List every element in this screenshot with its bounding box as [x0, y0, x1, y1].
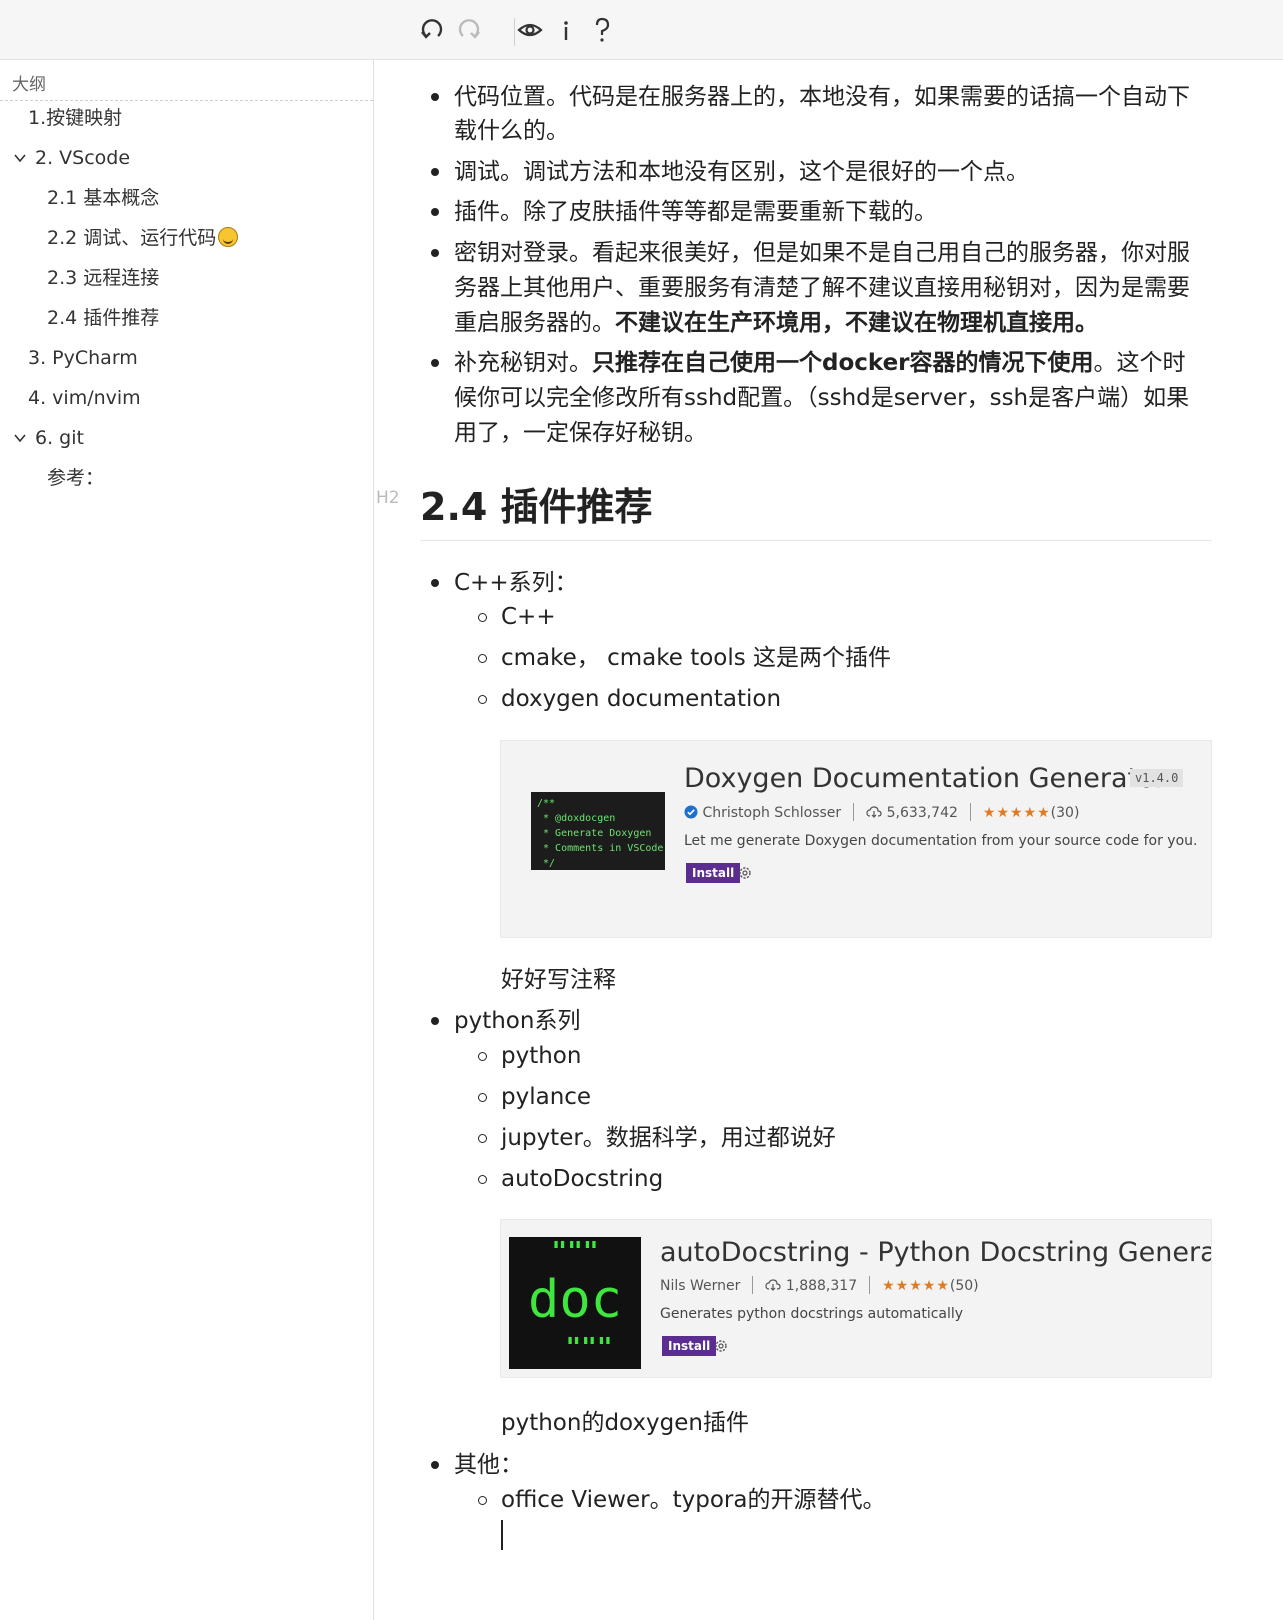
- bold-text: 不建议在生产环境用，不建议在物理机直接用。: [615, 310, 1098, 336]
- outline-item-references[interactable]: 参考：: [47, 466, 104, 490]
- list-item-text: 其他：: [454, 1452, 523, 1478]
- outline-item-label: 2.2 调试、运行代码: [47, 227, 217, 249]
- list-item-text: 调试。调试方法和本地没有区别，这个是很好的一个点。: [454, 159, 1029, 185]
- redo-icon[interactable]: [455, 16, 483, 44]
- rating-stars: ★★★★★: [882, 1278, 950, 1294]
- extension-title: Doxygen Documentation Generator: [684, 763, 1166, 794]
- paragraph-note: python的doxygen插件: [501, 1410, 749, 1436]
- gear-icon: [715, 1340, 727, 1352]
- list-item-text: 载什么的。: [454, 118, 569, 144]
- outline-item-pycharm[interactable]: 3. PyCharm: [28, 346, 138, 370]
- eye-icon[interactable]: [516, 16, 544, 44]
- chevron-down-icon[interactable]: [13, 151, 27, 165]
- outline-title: 大纲: [12, 75, 46, 95]
- doxygen-extension-image: /** * @doxdocgen * Generate Doxygen * Co…: [500, 740, 1212, 938]
- sublist-bullet: [478, 1496, 487, 1505]
- list-item-text: 密钥对登录。看起来很美好，但是如果不是自己用自己的服务器，你对服: [454, 240, 1190, 266]
- sublist-item-text: office Viewer。typora的开源替代。: [501, 1487, 886, 1513]
- outline-item-basic-concepts[interactable]: 2.1 基本概念: [47, 186, 159, 210]
- sublist-item-text: pylance: [501, 1084, 592, 1110]
- list-bullet: [431, 359, 439, 367]
- install-button: Install: [686, 863, 741, 883]
- sublist-bullet: [478, 1134, 487, 1143]
- info-icon[interactable]: [552, 16, 580, 44]
- text-cursor: [501, 1520, 503, 1550]
- toolbar-separator: [514, 18, 515, 46]
- extension-description: Generates python docstrings automaticall…: [660, 1306, 964, 1322]
- list-bullet: [431, 1017, 439, 1025]
- list-item-text: 候你可以完全修改所有sshd配置。（sshd是server，ssh是客户端）如果: [454, 385, 1190, 411]
- rating-stars: ★★★★★: [982, 805, 1051, 821]
- autodocstring-logo: """ doc """: [509, 1237, 641, 1369]
- sublist-item-text: autoDocstring: [501, 1166, 664, 1192]
- outline-item-plugins[interactable]: 2.4 插件推荐: [47, 306, 159, 330]
- list-item-text: python系列: [454, 1008, 581, 1034]
- outline-item-debug-run[interactable]: 2.2 调试、运行代码: [47, 226, 239, 250]
- sublist-item-text: python: [501, 1043, 582, 1069]
- extension-title: autoDocstring - Python Docstring Generat: [660, 1237, 1212, 1268]
- chevron-down-icon[interactable]: [13, 431, 27, 445]
- list-item-text: 代码位置。代码是在服务器上的，本地没有，如果需要的话搞一个自动下: [454, 84, 1190, 110]
- download-cloud-icon: [765, 1279, 781, 1291]
- extension-author: Christoph Schlosser: [702, 805, 842, 821]
- sublist-bullet: [478, 613, 487, 622]
- rating-count: (30): [1050, 805, 1080, 821]
- sublist-bullet: [478, 1052, 487, 1061]
- heading-underline: [420, 540, 1212, 541]
- autodocstring-extension-image: """ doc """ autoDocstring - Python Docst…: [500, 1219, 1212, 1378]
- list-bullet: [431, 93, 439, 101]
- help-icon[interactable]: [588, 16, 616, 44]
- download-cloud-icon: [866, 806, 882, 818]
- outline-item-keymap[interactable]: 1.按键映射: [28, 106, 122, 130]
- sublist-bullet: [478, 1175, 487, 1184]
- editor-content[interactable]: 代码位置。代码是在服务器上的，本地没有，如果需要的话搞一个自动下 载什么的。 调…: [374, 60, 1283, 1620]
- sublist-item-text: jupyter。数据科学，用过都说好: [501, 1125, 836, 1151]
- rating-count: (50): [949, 1278, 979, 1294]
- list-item-text: 用了，一定保存好秘钥。: [454, 420, 707, 446]
- sublist-bullet: [478, 695, 487, 704]
- paragraph-note: 好好写注释: [501, 967, 616, 993]
- list-bullet: [431, 208, 439, 216]
- sublist-bullet: [478, 1093, 487, 1102]
- list-bullet: [431, 1461, 439, 1469]
- extension-meta: Nils Werner 1,888,317 ★★★★★(50): [660, 1276, 979, 1294]
- sublist-item-text: C++: [501, 604, 556, 630]
- extension-description: Let me generate Doxygen documentation fr…: [684, 833, 1198, 849]
- list-item-text: 插件。除了皮肤插件等等都是需要重新下载的。: [454, 199, 937, 225]
- extension-author: Nils Werner: [660, 1278, 741, 1294]
- outline-sidebar: 大纲 1.按键映射 2. VScode 2.1 基本概念 2.2 调试、运行代码…: [0, 60, 374, 1620]
- sublist-item-text: cmake， cmake tools 这是两个插件: [501, 645, 892, 671]
- doxygen-logo: /** * @doxdocgen * Generate Doxygen * Co…: [531, 792, 665, 870]
- list-bullet: [431, 249, 439, 257]
- install-count: 1,888,317: [785, 1278, 858, 1294]
- undo-icon[interactable]: [418, 16, 446, 44]
- section-heading: 2.4 插件推荐: [420, 485, 653, 529]
- bold-text: 只推荐在自己使用一个docker容器的情况下使用: [592, 350, 1094, 376]
- verified-badge-icon: [684, 805, 698, 819]
- outline-divider: [0, 100, 373, 101]
- list-item-text: 务器上其他用户、重要服务有清楚了解不建议直接用秘钥对，因为是需要: [454, 275, 1190, 301]
- outline-item-remote[interactable]: 2.3 远程连接: [47, 266, 159, 290]
- list-bullet: [431, 168, 439, 176]
- outline-item-vim[interactable]: 4. vim/nvim: [28, 386, 141, 410]
- top-toolbar: [0, 0, 1283, 60]
- list-item-text: 重启服务器的。不建议在生产环境用，不建议在物理机直接用。: [454, 310, 1098, 336]
- version-badge: v1.4.0: [1130, 769, 1184, 787]
- heading-level-tag: H2: [376, 488, 400, 508]
- list-bullet: [431, 579, 439, 587]
- install-button: Install: [662, 1336, 717, 1356]
- sublist-bullet: [478, 654, 487, 663]
- sublist-item-text: doxygen documentation: [501, 686, 782, 712]
- grinning-sweat-emoji-icon: [218, 227, 239, 247]
- list-item-text: C++系列：: [454, 570, 578, 596]
- extension-meta: Christoph Schlosser 5,633,742 ★★★★★(30): [684, 803, 1079, 821]
- gear-icon: [739, 867, 751, 879]
- list-item-text: 补充秘钥对。只推荐在自己使用一个docker容器的情况下使用。这个时: [454, 350, 1186, 376]
- outline-item-git[interactable]: 6. git: [35, 426, 84, 450]
- install-count: 5,633,742: [886, 805, 958, 821]
- outline-item-vscode[interactable]: 2. VScode: [35, 146, 130, 170]
